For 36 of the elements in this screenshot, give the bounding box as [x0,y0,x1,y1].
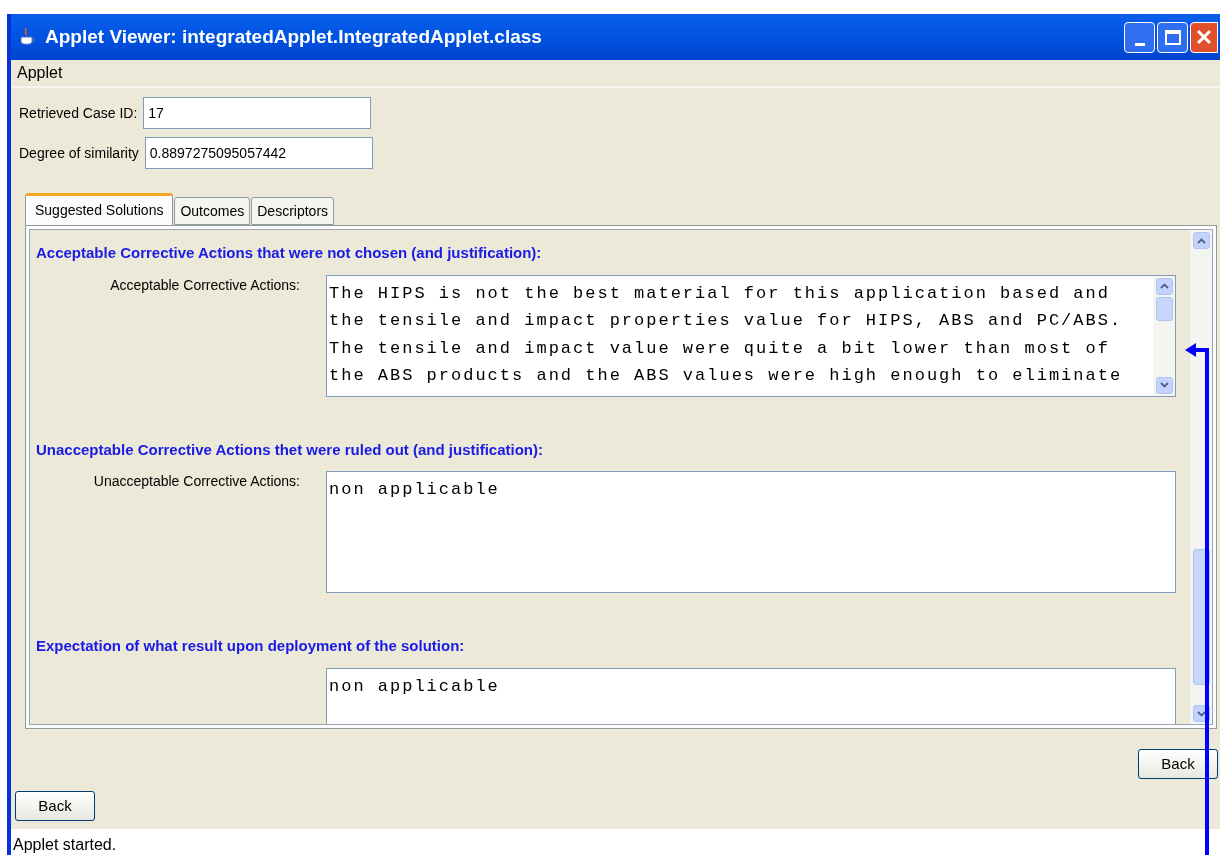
field-label: Retrieved Case ID: [19,103,138,123]
minimize-button[interactable] [1124,21,1155,53]
text-field[interactable]: 0.8897275095057442 [144,137,373,169]
text-field[interactable]: 17 [143,97,372,129]
coffee-cup-icon [19,27,37,47]
text-area[interactable] [326,274,1176,397]
section-heading: Acceptable Corrective Actions that were not chosen (and justification): [36,243,543,263]
text-area[interactable]: non applicable [326,471,1176,593]
text-line: the tensile and impact properties value for HIPS, ABS and PC/ABS. [329,310,1124,332]
close-icon [1196,29,1212,45]
text-line: the ABS products and the ABS values were high enough to eliminate [329,365,1124,387]
window-title: Applet Viewer: integratedApplet.IntegratedApplet.class [45,24,542,49]
text-area[interactable]: non applicable [326,667,1176,724]
tab[interactable]: Descriptors [251,197,335,225]
field-label: Degree of similarity [19,143,139,163]
section-heading: Expectation of what result upon deployment of the solution: [36,636,466,656]
section-heading: Unacceptable Corrective Actions thet were ruled out (and justification): [36,439,545,460]
text-line: The tensile and impact value were quite a bit lower than most of [329,337,1111,360]
back-button[interactable]: Back [15,791,95,821]
field-label: Acceptable Corrective Actions: [110,275,300,295]
close-button[interactable] [1190,21,1218,53]
text-line: non applicable [329,675,501,698]
menu-item[interactable]: Applet [17,61,63,85]
scroll-up-icon[interactable] [1192,232,1210,249]
scroll-thumb[interactable] [1155,296,1173,321]
back-button[interactable]: Back [1138,749,1218,779]
scroll-down-icon[interactable] [1155,376,1173,394]
tab[interactable]: Suggested Solutions [25,193,174,225]
status-text: Applet started. [13,836,117,853]
scroll-up-icon[interactable] [1155,277,1173,295]
text-line: The HIPS is not the best material for this application based and [329,282,1111,305]
text-line: non applicable [329,479,501,501]
tab[interactable]: Outcomes [174,197,251,225]
scrollbar[interactable] [1153,275,1175,396]
maximize-button[interactable] [1157,21,1188,53]
field-label: Unacceptable Corrective Actions: [93,472,300,491]
